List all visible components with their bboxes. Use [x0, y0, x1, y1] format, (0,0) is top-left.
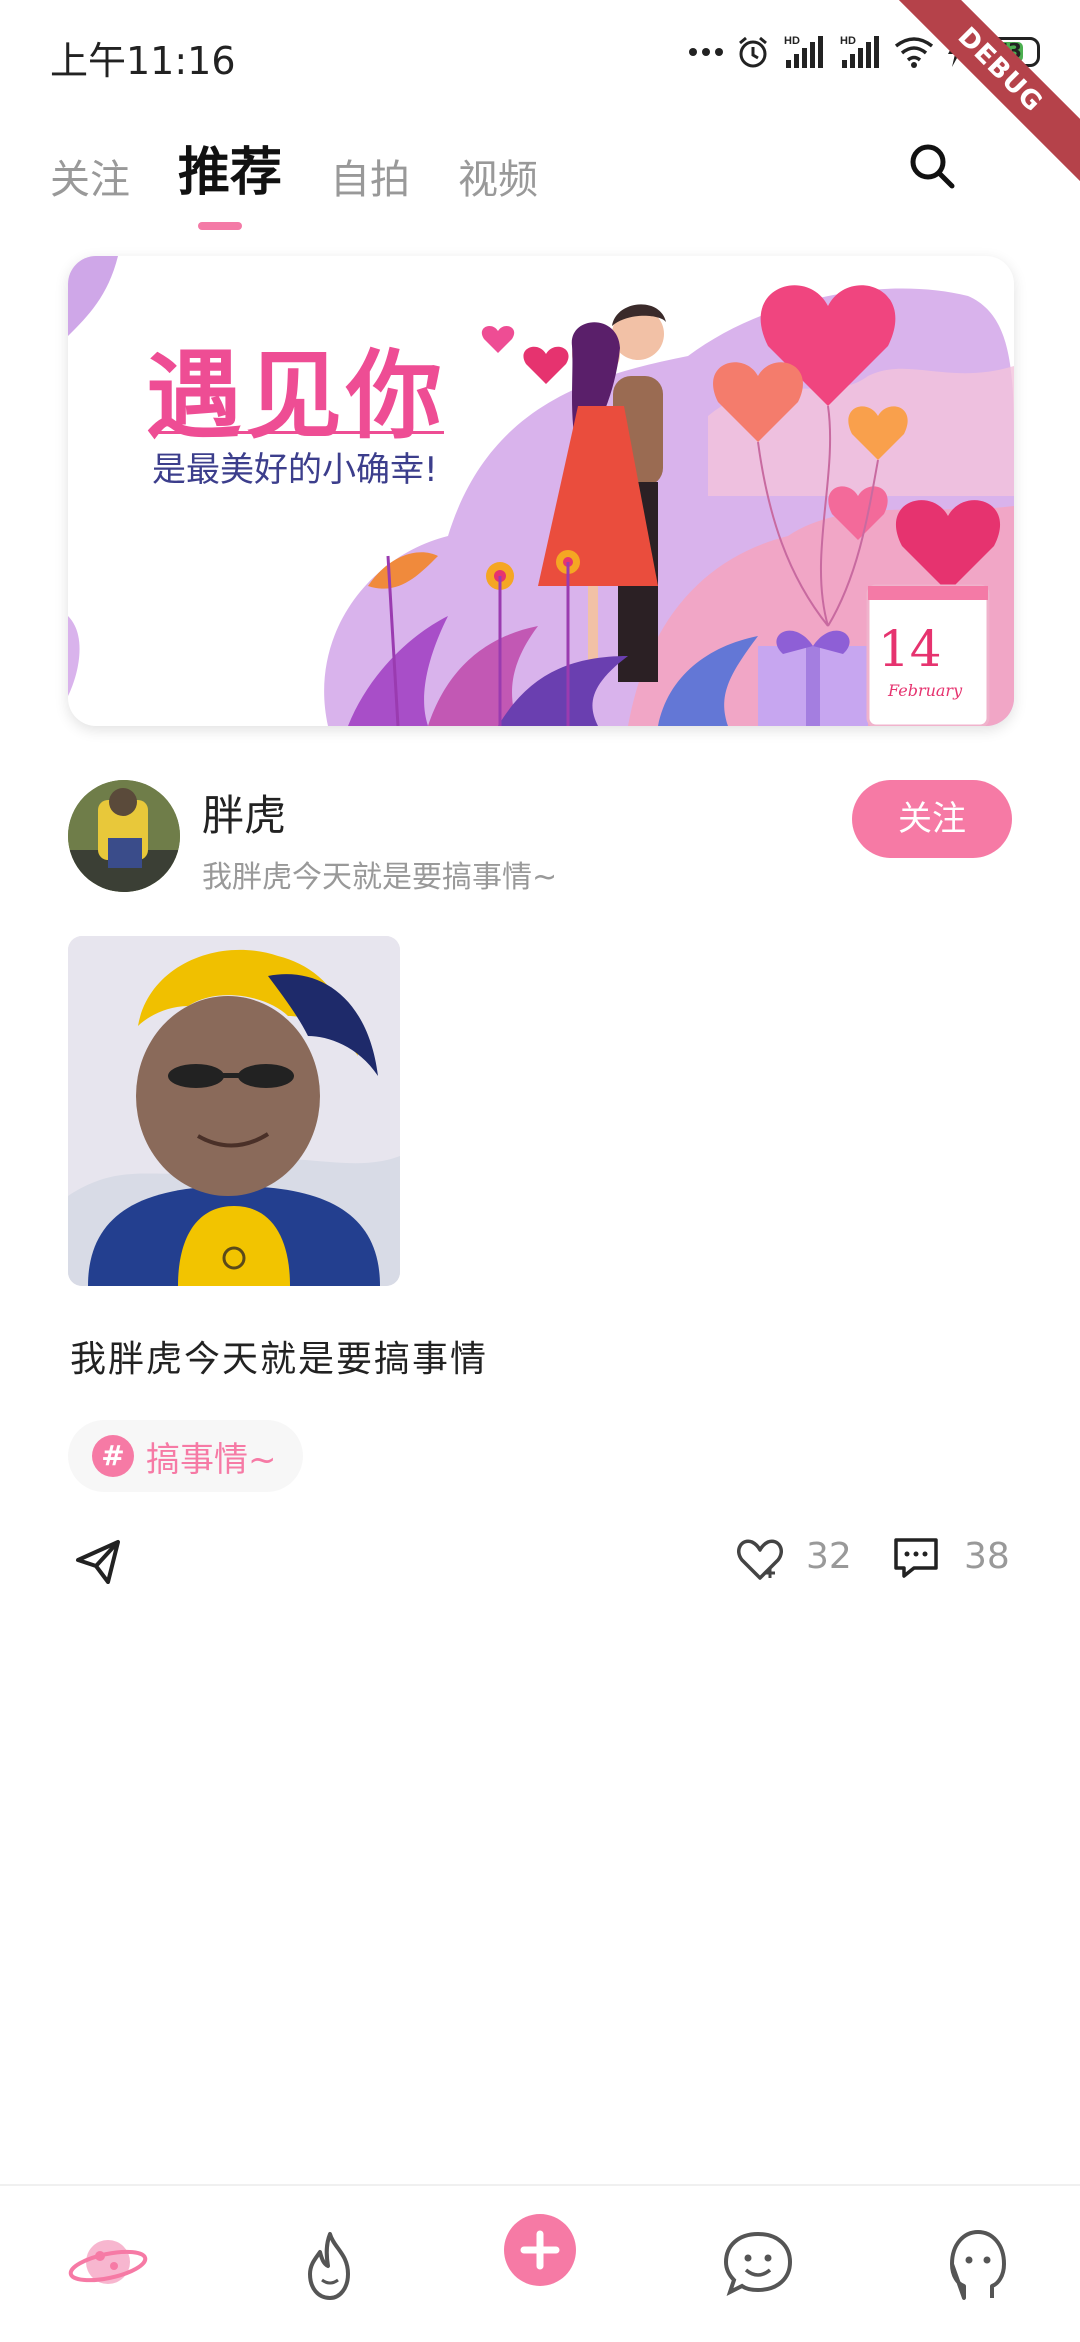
status-time: 上午11:16 [50, 39, 236, 83]
post-picture [68, 936, 400, 1286]
share-icon[interactable] [72, 1536, 124, 1588]
chat-icon[interactable] [718, 2224, 798, 2304]
hashtag-icon: # [92, 1435, 134, 1477]
svg-text:HD: HD [840, 35, 856, 47]
topic-label: 搞事情~ [146, 1439, 277, 1480]
banner-subtitle: 是最美好的小确幸! [152, 450, 438, 490]
tab-video[interactable]: 视频 [458, 147, 538, 205]
comment-icon[interactable] [890, 1532, 942, 1584]
bottom-nav [0, 2184, 1080, 2342]
avatar[interactable] [68, 780, 180, 892]
profile-icon[interactable] [938, 2224, 1018, 2304]
tab-selfie[interactable]: 自拍 [330, 147, 410, 205]
post-image[interactable] [68, 936, 400, 1286]
calendar-day: 14 [878, 620, 942, 678]
follow-button[interactable]: 关注 [852, 780, 1012, 858]
more-dots-icon [689, 48, 723, 56]
comment-count: 38 [964, 1536, 1010, 1577]
search-icon[interactable] [906, 140, 958, 192]
tab-indicator [198, 222, 242, 230]
wifi-icon [894, 37, 934, 68]
signal-hd-icon: HD [784, 35, 823, 68]
heart-icon[interactable] [734, 1534, 786, 1586]
tab-recommend[interactable]: 推荐 [178, 130, 282, 205]
banner[interactable]: 14 February 遇见你 是最美好的小确幸! [68, 256, 1014, 726]
tab-follow[interactable]: 关注 [50, 147, 130, 205]
avatar-image [68, 780, 180, 892]
topic-chip[interactable]: # 搞事情~ [68, 1420, 303, 1492]
banner-title: 遇见你 [146, 340, 446, 452]
add-icon[interactable] [500, 2210, 580, 2290]
alarm-icon [739, 36, 767, 68]
like-count: 32 [806, 1536, 852, 1577]
post-text: 我胖虎今天就是要搞事情 [70, 1339, 489, 1380]
author-desc: 我胖虎今天就是要搞事情~ [202, 860, 558, 895]
banner-divider [154, 431, 444, 434]
calendar-month: February [887, 681, 963, 700]
signal-hd-icon: HD [840, 35, 879, 68]
author-name[interactable]: 胖虎 [202, 782, 286, 843]
planet-icon[interactable] [68, 2222, 148, 2302]
flame-icon[interactable] [290, 2226, 370, 2306]
svg-text:HD: HD [784, 35, 800, 47]
feed-tabs: 关注 推荐 自拍 视频 [50, 130, 538, 205]
